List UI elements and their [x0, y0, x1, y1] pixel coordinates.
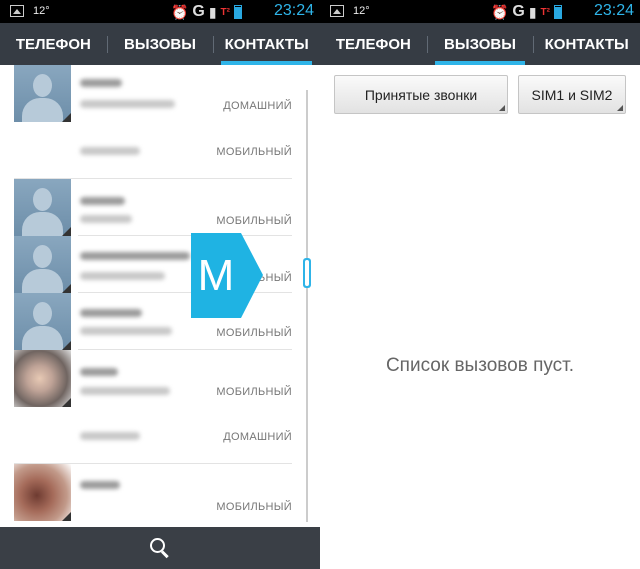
tab-phone[interactable]: ТЕЛЕФОН — [0, 23, 107, 65]
clock: 23:24 — [593, 2, 634, 19]
contact-row[interactable]: МОБИЛЬНЫЙ — [0, 236, 320, 293]
status-icons: ⏰ G ▮ T² — [171, 3, 242, 21]
contact-number-row[interactable]: ДОМАШНИЙ — [0, 407, 320, 464]
contact-list[interactable]: ДОМАШНИЙ МОБИЛЬНЫЙ МОБИЛЬНЫЙ МОБИЛЬНЫЙ М… — [0, 65, 320, 527]
contact-name-blurred — [80, 79, 122, 87]
contact-row[interactable]: МОБИЛЬНЫЙ — [0, 179, 320, 236]
phone-number-blurred — [80, 215, 132, 223]
avatar-icon[interactable] — [14, 293, 71, 350]
alarm-icon: ⏰ — [490, 3, 509, 20]
m-logo-overlay: M — [191, 233, 263, 318]
avatar-icon[interactable] — [14, 65, 71, 122]
temperature: 12° — [353, 5, 370, 17]
signal-icon: G — [512, 3, 525, 20]
number-type-label: МОБИЛЬНЫЙ — [216, 327, 292, 339]
avatar-photo[interactable] — [14, 350, 71, 407]
number-type-label: ДОМАШНИЙ — [223, 431, 292, 443]
battery-icon — [234, 5, 242, 19]
tab-bar: ТЕЛЕФОН ВЫЗОВЫ КОНТАКТЫ — [0, 23, 320, 65]
screenshot-root: 12° ⏰ G ▮ T² 23:24 ТЕЛЕФОН ВЫЗОВЫ КОНТАК… — [0, 0, 640, 569]
gallery-icon — [10, 5, 24, 17]
clock: 23:24 — [273, 2, 314, 19]
number-type-label: МОБИЛЬНЫЙ — [216, 501, 292, 513]
m-logo-letter: M — [191, 233, 241, 318]
status-icons: ⏰ G ▮ T² — [491, 3, 562, 21]
number-type-label: МОБИЛЬНЫЙ — [216, 215, 292, 227]
phone-number-blurred — [80, 327, 172, 335]
contacts-screen: 12° ⏰ G ▮ T² 23:24 ТЕЛЕФОН ВЫЗОВЫ КОНТАК… — [0, 0, 320, 569]
avatar-icon[interactable] — [14, 179, 71, 236]
phone-number-blurred — [80, 432, 140, 440]
signal-bars-icon: ▮ — [208, 3, 217, 20]
phone-number-blurred — [80, 272, 165, 280]
contact-name-blurred — [80, 252, 190, 260]
tab-calls[interactable]: ВЫЗОВЫ — [106, 23, 214, 65]
tab-phone[interactable]: ТЕЛЕФОН — [320, 23, 427, 65]
search-icon[interactable] — [150, 538, 170, 558]
temperature: 12° — [33, 5, 50, 17]
battery-icon — [554, 5, 562, 19]
tab-bar: ТЕЛЕФОН ВЫЗОВЫ КОНТАКТЫ — [320, 23, 640, 65]
contact-name-blurred — [80, 309, 142, 317]
phone-number-blurred — [80, 147, 140, 155]
contact-row[interactable]: МОБИЛЬНЫЙ — [0, 293, 320, 350]
avatar-icon[interactable] — [14, 236, 71, 293]
bottom-action-bar — [0, 527, 320, 569]
signal-icon: G — [192, 3, 205, 20]
contact-row[interactable]: ДОМАШНИЙ — [0, 65, 320, 122]
tab-contacts[interactable]: КОНТАКТЫ — [533, 23, 640, 65]
contact-name-blurred — [80, 481, 120, 489]
phone-number-blurred — [80, 100, 175, 108]
tab-contacts[interactable]: КОНТАКТЫ — [213, 23, 320, 65]
contact-number-row[interactable]: МОБИЛЬНЫЙ — [0, 122, 320, 179]
tab-calls[interactable]: ВЫЗОВЫ — [426, 23, 534, 65]
sim-filter-dropdown[interactable]: SIM1 и SIM2 — [518, 75, 626, 114]
empty-call-log-message: Список вызовов пуст. — [385, 355, 575, 376]
call-log-screen: 12° ⏰ G ▮ T² 23:24 ТЕЛЕФОН ВЫЗОВЫ КОНТАК… — [320, 0, 640, 569]
gallery-icon — [330, 5, 344, 17]
phone-number-blurred — [80, 387, 170, 395]
contact-name-blurred — [80, 368, 118, 376]
alarm-icon: ⏰ — [170, 3, 189, 20]
contact-name-blurred — [80, 197, 125, 205]
sim-icon: T² — [540, 6, 550, 18]
status-bar: 12° ⏰ G ▮ T² 23:24 — [0, 0, 320, 23]
sim-icon: T² — [220, 6, 230, 18]
scrollbar-track[interactable] — [306, 90, 308, 522]
contact-row[interactable]: МОБИЛЬНЫЙ — [0, 464, 320, 521]
number-type-label: МОБИЛЬНЫЙ — [216, 386, 292, 398]
scrollbar-thumb[interactable] — [303, 258, 311, 288]
m-logo-arrow — [241, 233, 263, 318]
call-filter-dropdown[interactable]: Принятые звонки — [334, 75, 508, 114]
contact-row[interactable]: МОБИЛЬНЫЙ — [0, 350, 320, 407]
signal-bars-icon: ▮ — [528, 3, 537, 20]
number-type-label: ДОМАШНИЙ — [223, 100, 292, 112]
status-bar: 12° ⏰ G ▮ T² 23:24 — [320, 0, 640, 23]
avatar-photo[interactable] — [14, 464, 71, 521]
number-type-label: МОБИЛЬНЫЙ — [216, 146, 292, 158]
